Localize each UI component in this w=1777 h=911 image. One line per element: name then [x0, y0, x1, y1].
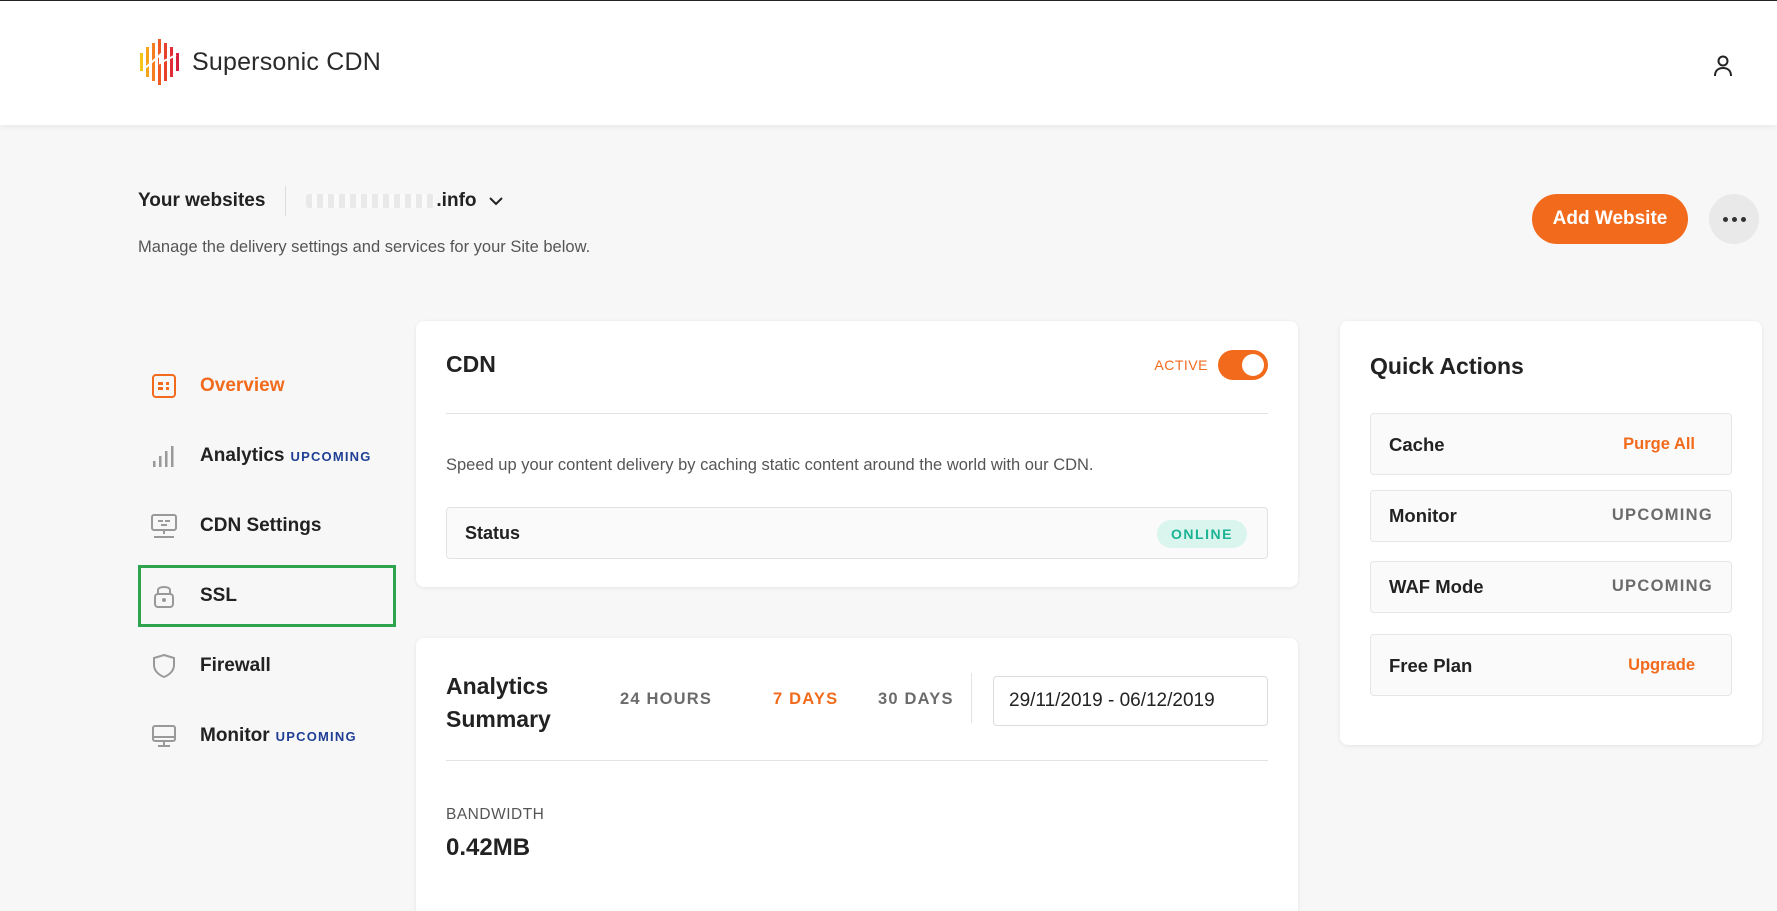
- sidebar-item-label: CDN Settings: [200, 515, 322, 536]
- divider: [446, 413, 1268, 414]
- overview-icon: [150, 372, 178, 400]
- shield-icon: [150, 652, 178, 680]
- divider: [446, 760, 1268, 761]
- toggle-knob: [1242, 354, 1264, 376]
- purge-all-button[interactable]: Purge All: [1623, 435, 1695, 454]
- more-horizontal-icon: [1722, 216, 1728, 222]
- cdn-active-toggle[interactable]: [1218, 350, 1268, 380]
- range-tab-24-hours[interactable]: 24 HOURS: [620, 690, 712, 709]
- cdn-active-toggle-group: ACTIVE: [1154, 350, 1268, 380]
- upcoming-label: UPCOMING: [1611, 506, 1713, 524]
- user-menu-button[interactable]: [1708, 51, 1738, 81]
- upcoming-badge: UPCOMING: [290, 448, 372, 464]
- selected-website: .info: [306, 190, 477, 212]
- top-bar: Supersonic CDN: [0, 0, 1777, 125]
- date-range-input[interactable]: [993, 676, 1268, 726]
- quick-action-monitor: Monitor UPCOMING: [1370, 490, 1732, 542]
- lock-icon: [150, 582, 178, 610]
- quick-action-waf-mode: WAF Mode UPCOMING: [1370, 561, 1732, 613]
- quick-action-name: Free Plan: [1389, 655, 1473, 676]
- cdn-status-row: Status ONLINE: [446, 507, 1268, 559]
- your-websites-label: Your websites: [138, 190, 266, 211]
- page-subtitle: Manage the delivery settings and service…: [138, 238, 591, 256]
- upcoming-badge: UPCOMING: [275, 728, 357, 744]
- sidebar-item-analytics[interactable]: Analytics UPCOMING: [138, 425, 396, 487]
- quick-action-name: WAF Mode: [1389, 576, 1484, 597]
- quick-action-free-plan: Free Plan Upgrade: [1370, 634, 1732, 696]
- sidebar-item-label: Monitor: [200, 725, 270, 746]
- range-tab-30-days[interactable]: 30 DAYS: [878, 690, 954, 709]
- selected-website-suffix: .info: [436, 190, 477, 211]
- brand-name: Supersonic CDN: [192, 47, 381, 76]
- quick-action-cache: Cache Purge All: [1370, 413, 1732, 475]
- upcoming-label: UPCOMING: [1611, 577, 1713, 595]
- add-website-button[interactable]: Add Website: [1532, 194, 1688, 244]
- status-badge: ONLINE: [1157, 520, 1247, 548]
- brand-logo[interactable]: Supersonic CDN: [138, 39, 381, 85]
- cdn-card-title: CDN: [446, 351, 496, 377]
- bandwidth-label: BANDWIDTH: [446, 806, 545, 823]
- sidebar-nav: Overview Analytics UPCOMING CDN Settings: [138, 355, 396, 775]
- quick-actions-card: Quick Actions Cache Purge All Monitor UP…: [1340, 321, 1762, 745]
- quick-action-name: Cache: [1389, 434, 1445, 455]
- sidebar-item-overview[interactable]: Overview: [138, 355, 396, 417]
- cdn-card: CDN ACTIVE Speed up your content deliver…: [416, 321, 1298, 587]
- monitor-icon: [150, 722, 178, 750]
- upgrade-button[interactable]: Upgrade: [1628, 656, 1695, 675]
- bar-chart-icon: [150, 442, 178, 470]
- site-selector-row: Your websites .info: [138, 186, 503, 216]
- divider: [285, 186, 287, 216]
- sidebar-item-label: Overview: [200, 375, 285, 396]
- sidebar-item-monitor[interactable]: Monitor UPCOMING: [138, 705, 396, 767]
- cdn-settings-icon: [150, 512, 178, 540]
- sidebar-item-firewall[interactable]: Firewall: [138, 635, 396, 697]
- supersonic-logo-icon: [140, 39, 179, 85]
- analytics-card-title: Analytics Summary: [446, 673, 551, 732]
- bandwidth-value: 0.42MB: [446, 834, 531, 861]
- website-dropdown[interactable]: .info: [306, 190, 503, 212]
- quick-action-name: Monitor: [1389, 505, 1457, 526]
- sidebar-item-ssl[interactable]: SSL: [138, 565, 396, 627]
- divider: [971, 673, 972, 723]
- toggle-label: ACTIVE: [1154, 357, 1208, 373]
- range-tab-7-days[interactable]: 7 DAYS: [773, 690, 838, 709]
- sidebar-item-label: Analytics: [200, 445, 285, 466]
- quick-actions-title: Quick Actions: [1370, 353, 1524, 379]
- sidebar-item-cdn-settings[interactable]: CDN Settings: [138, 495, 396, 557]
- cdn-description: Speed up your content delivery by cachin…: [446, 456, 1094, 474]
- more-horizontal-icon-dot: [1740, 216, 1746, 222]
- more-horizontal-icon-dot: [1731, 216, 1737, 222]
- chevron-down-icon: [488, 196, 503, 205]
- status-label: Status: [465, 523, 521, 543]
- sidebar-item-label: Firewall: [200, 655, 271, 676]
- more-options-button[interactable]: [1709, 194, 1759, 244]
- redacted-domain: [306, 193, 435, 208]
- analytics-summary-card: Analytics Summary 24 HOURS 7 DAYS 30 DAY…: [416, 638, 1298, 911]
- sidebar-item-label: SSL: [200, 585, 237, 606]
- user-icon: [1714, 55, 1732, 77]
